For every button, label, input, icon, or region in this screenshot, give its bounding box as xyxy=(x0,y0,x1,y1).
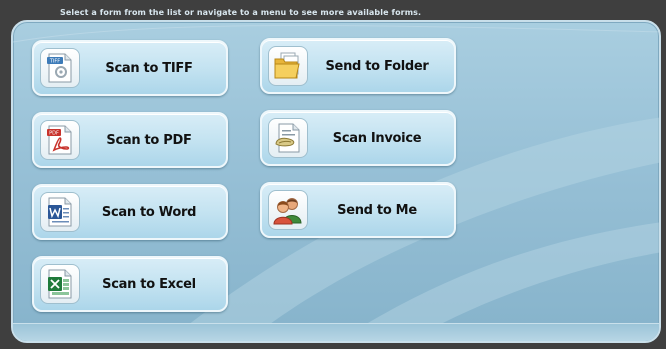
tiff-badge-text: TIFF xyxy=(49,59,60,65)
scan-to-pdf-button[interactable]: PDF Scan to PDF xyxy=(32,112,228,168)
pdf-badge-text: PDF xyxy=(49,131,59,137)
invoice-icon xyxy=(268,118,308,158)
scan-to-word-button[interactable]: Scan to Word xyxy=(32,184,228,240)
send-to-me-button[interactable]: Send to Me xyxy=(260,182,456,238)
excel-spreadsheet-icon xyxy=(40,264,80,304)
instruction-text: Select a form from the list or navigate … xyxy=(60,8,422,17)
scan-to-tiff-button[interactable]: TIFF Scan to TIFF xyxy=(32,40,228,96)
scan-to-excel-button[interactable]: Scan to Excel xyxy=(32,256,228,312)
tiff-file-icon: TIFF xyxy=(40,48,80,88)
scan-to-tiff-label: Scan to TIFF xyxy=(105,60,193,76)
panel-footer-bar xyxy=(13,323,659,341)
send-to-folder-button[interactable]: Send to Folder xyxy=(260,38,456,94)
scan-to-word-label: Scan to Word xyxy=(101,204,197,220)
send-to-folder-label: Send to Folder xyxy=(325,58,429,74)
pdf-file-icon: PDF xyxy=(40,120,80,160)
word-document-icon xyxy=(40,192,80,232)
scan-invoice-label: Scan Invoice xyxy=(332,130,422,146)
scan-to-pdf-label: Scan to PDF xyxy=(106,132,192,148)
scan-invoice-button[interactable]: Scan Invoice xyxy=(260,110,456,166)
scan-to-excel-label: Scan to Excel xyxy=(102,276,196,292)
send-to-me-label: Send to Me xyxy=(337,202,417,218)
folder-icon xyxy=(268,46,308,86)
users-icon xyxy=(268,190,308,230)
